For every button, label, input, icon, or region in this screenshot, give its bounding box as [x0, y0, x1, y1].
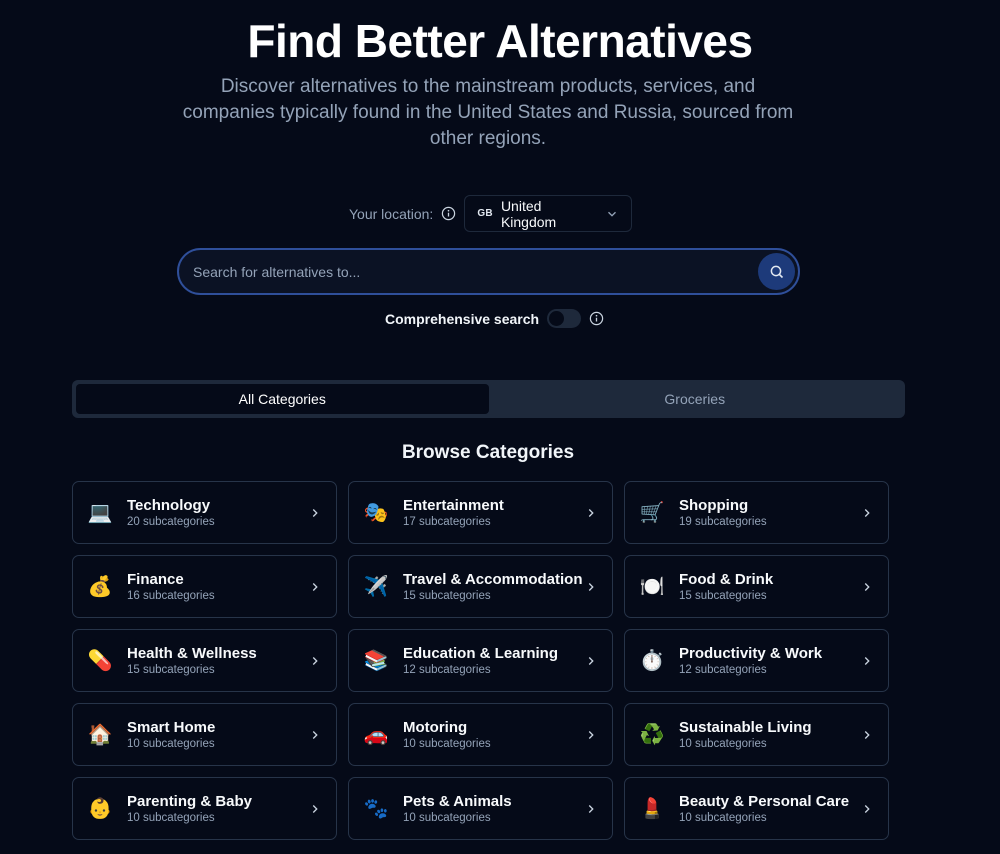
location-row: Your location: GB United Kingdom — [349, 195, 633, 232]
tab-groceries[interactable]: Groceries — [489, 384, 902, 414]
plate-icon: 🍽️ — [639, 576, 665, 598]
subcategory-count: 10 subcategories — [403, 811, 491, 824]
category-card[interactable]: ♻️ Sustainable Living 10 subcategories — [624, 703, 889, 766]
subcategory-count: 10 subcategories — [127, 811, 215, 824]
chevron-right-icon — [860, 654, 874, 668]
lipstick-icon: 💄 — [639, 798, 665, 820]
category-card[interactable]: 💰 Finance 16 subcategories — [72, 555, 337, 618]
tab-all-categories[interactable]: All Categories — [76, 384, 489, 414]
chevron-right-icon — [584, 580, 598, 594]
category-name: Travel & Accommodation — [403, 570, 583, 588]
toggle-knob — [549, 311, 565, 326]
selected-country: United Kingdom — [500, 197, 557, 230]
category-name: Entertainment — [403, 496, 504, 514]
pill-icon: 💊 — [87, 650, 113, 672]
chevron-right-icon — [308, 580, 322, 594]
comprehensive-search-label: Comprehensive search — [385, 310, 540, 327]
search-button[interactable] — [758, 253, 795, 290]
chevron-right-icon — [860, 802, 874, 816]
category-name: Sustainable Living — [679, 718, 812, 736]
theater-masks-icon: 🎭 — [363, 502, 389, 524]
recycle-icon: ♻️ — [639, 724, 665, 746]
category-card[interactable]: ✈️ Travel & Accommodation 15 subcategories — [348, 555, 613, 618]
info-icon[interactable] — [589, 311, 604, 326]
category-name: Smart Home — [127, 718, 216, 736]
subcategory-count: 15 subcategories — [679, 589, 767, 602]
house-icon: 🏠 — [87, 724, 113, 746]
subcategory-count: 10 subcategories — [403, 737, 491, 750]
subcategory-count: 12 subcategories — [679, 663, 767, 676]
laptop-icon: 💻 — [87, 502, 113, 524]
category-card[interactable]: 🚗 Motoring 10 subcategories — [348, 703, 613, 766]
category-name: Education & Learning — [403, 644, 559, 662]
category-card[interactable]: 💄 Beauty & Personal Care 10 subcategories — [624, 777, 889, 840]
subcategory-count: 19 subcategories — [679, 515, 767, 528]
chevron-right-icon — [584, 654, 598, 668]
subcategory-count: 10 subcategories — [679, 737, 767, 750]
search-icon — [770, 265, 783, 278]
category-card[interactable]: 🛒 Shopping 19 subcategories — [624, 481, 889, 544]
chevron-right-icon — [308, 506, 322, 520]
category-name: Beauty & Personal Care — [679, 792, 850, 810]
category-tabs: All Categories Groceries — [72, 380, 905, 418]
chevron-right-icon — [584, 802, 598, 816]
search-box — [177, 248, 800, 295]
subcategory-count: 17 subcategories — [403, 515, 491, 528]
category-name: Technology — [127, 496, 211, 514]
browse-categories-heading: Browse Categories — [401, 442, 575, 463]
subcategory-count: 10 subcategories — [679, 811, 767, 824]
country-flag-icon: GB — [477, 208, 493, 219]
chevron-right-icon — [308, 802, 322, 816]
category-name: Parenting & Baby — [127, 792, 253, 810]
category-name: Productivity & Work — [679, 644, 823, 662]
category-card[interactable]: 🐾 Pets & Animals 10 subcategories — [348, 777, 613, 840]
chevron-right-icon — [584, 728, 598, 742]
category-name: Food & Drink — [679, 570, 774, 588]
category-grid: 💻 Technology 20 subcategories 🎭 Entertainme… — [72, 481, 889, 840]
subcategory-count: 16 subcategories — [127, 589, 215, 602]
comprehensive-search-toggle[interactable] — [547, 309, 582, 328]
category-name: Pets & Animals — [403, 792, 512, 810]
chevron-right-icon — [584, 506, 598, 520]
subcategory-count: 12 subcategories — [403, 663, 491, 676]
paw-prints-icon: 🐾 — [363, 798, 389, 820]
chevron-right-icon — [860, 580, 874, 594]
subcategory-count: 15 subcategories — [403, 589, 491, 602]
comprehensive-search-row: Comprehensive search — [385, 309, 604, 328]
subcategory-count: 20 subcategories — [127, 515, 215, 528]
chevron-right-icon — [308, 728, 322, 742]
search-input[interactable] — [179, 250, 758, 293]
category-name: Health & Wellness — [127, 644, 257, 662]
chevron-right-icon — [860, 506, 874, 520]
category-card[interactable]: 🎭 Entertainment 17 subcategories — [348, 481, 613, 544]
airplane-icon: ✈️ — [363, 576, 389, 598]
chevron-down-icon — [605, 207, 619, 221]
category-card[interactable]: 📚 Education & Learning 12 subcategories — [348, 629, 613, 692]
money-bag-icon: 💰 — [87, 576, 113, 598]
category-name: Motoring — [403, 718, 468, 736]
page-title: Find Better Alternatives — [247, 15, 753, 67]
page-subtitle: Discover alternatives to the mainstream … — [182, 76, 794, 149]
category-card[interactable]: 💊 Health & Wellness 15 subcategories — [72, 629, 337, 692]
category-card[interactable]: 💻 Technology 20 subcategories — [72, 481, 337, 544]
category-card[interactable]: 🍽️ Food & Drink 15 subcategories — [624, 555, 889, 618]
category-card[interactable]: ⏱️ Productivity & Work 12 subcategories — [624, 629, 889, 692]
category-card[interactable]: 🏠 Smart Home 10 subcategories — [72, 703, 337, 766]
location-label: Your location: — [349, 205, 434, 222]
baby-icon: 👶 — [87, 798, 113, 820]
chevron-right-icon — [308, 654, 322, 668]
books-icon: 📚 — [363, 650, 389, 672]
info-icon[interactable] — [441, 206, 456, 221]
stopwatch-icon: ⏱️ — [639, 650, 665, 672]
shopping-cart-icon: 🛒 — [639, 502, 665, 524]
location-select[interactable]: GB United Kingdom — [464, 195, 633, 232]
subcategory-count: 15 subcategories — [127, 663, 215, 676]
category-name: Finance — [127, 570, 184, 588]
car-icon: 🚗 — [363, 724, 389, 746]
category-name: Shopping — [679, 496, 749, 514]
subcategory-count: 10 subcategories — [127, 737, 215, 750]
chevron-right-icon — [860, 728, 874, 742]
category-card[interactable]: 👶 Parenting & Baby 10 subcategories — [72, 777, 337, 840]
